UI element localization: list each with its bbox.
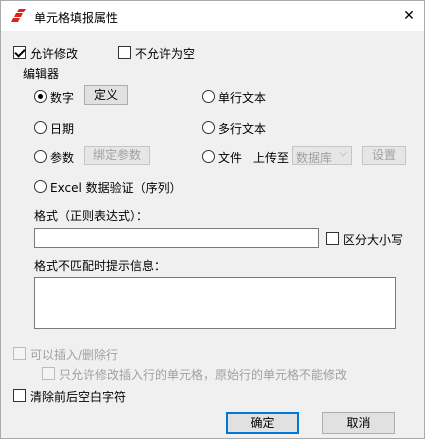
radio-parameter-label: 参数 <box>50 151 75 165</box>
trim-spaces-label: 清除前后空白字符 <box>30 390 127 404</box>
trim-spaces-checkbox[interactable] <box>13 389 26 402</box>
format-regex-input[interactable] <box>34 228 319 248</box>
allow-modify-checkbox[interactable] <box>13 46 26 59</box>
allow-modify-label: 允许修改 <box>30 47 79 61</box>
window-title: 单元格填报属性 <box>34 11 119 25</box>
upload-target-value: 数据库 <box>296 151 333 165</box>
radio-multi-line-text-label: 多行文本 <box>218 122 267 136</box>
only-modify-inserted-label: 只允许修改插入行的单元格，原始行的单元格不能修改 <box>59 368 348 382</box>
mismatch-message-label: 格式不匹配时提示信息： <box>34 259 167 273</box>
only-modify-inserted-checkbox[interactable] <box>42 367 55 380</box>
cell-fill-properties-dialog: 单元格填报属性 ✕ 允许修改 不允许为空 编辑器 数字 定义 单行文本 日期 多… <box>0 0 425 439</box>
settings-button[interactable]: 设置 <box>362 146 406 165</box>
radio-excel-validation-label: Excel 数据验证（序列） <box>50 181 182 195</box>
editor-group-label: 编辑器 <box>21 65 62 82</box>
cancel-button[interactable]: 取消 <box>322 412 395 434</box>
upload-target-select[interactable]: 数据库 ⌵ <box>292 146 352 165</box>
title-bar: 单元格填报属性 ✕ <box>1 1 424 31</box>
radio-file-label: 文件 <box>218 151 243 165</box>
close-icon[interactable]: ✕ <box>398 5 420 27</box>
radio-excel-validation[interactable] <box>34 180 47 193</box>
radio-parameter[interactable] <box>34 150 47 163</box>
upload-to-label: 上传至 <box>253 151 290 165</box>
radio-file[interactable] <box>202 150 215 163</box>
ok-button[interactable]: 确定 <box>226 412 299 434</box>
chevron-down-icon: ⌵ <box>339 148 347 159</box>
radio-multi-line-text[interactable] <box>202 121 215 134</box>
radio-number[interactable] <box>34 90 47 103</box>
radio-single-line-text[interactable] <box>202 90 215 103</box>
insert-delete-rows-label: 可以插入/删除行 <box>30 348 119 362</box>
define-button[interactable]: 定义 <box>84 85 128 105</box>
radio-single-line-text-label: 单行文本 <box>218 91 267 105</box>
bind-parameter-button[interactable]: 绑定参数 <box>84 146 150 165</box>
case-sensitive-label: 区分大小写 <box>343 233 404 247</box>
mismatch-message-input[interactable] <box>34 277 396 329</box>
not-allow-empty-label: 不允许为空 <box>135 47 196 61</box>
radio-date-label: 日期 <box>50 122 75 136</box>
radio-number-label: 数字 <box>50 91 75 105</box>
insert-delete-rows-checkbox[interactable] <box>13 347 26 360</box>
not-allow-empty-checkbox[interactable] <box>118 46 131 59</box>
app-logo-icon <box>11 9 26 22</box>
radio-date[interactable] <box>34 121 47 134</box>
format-regex-label: 格式（正则表达式）： <box>34 209 149 223</box>
case-sensitive-checkbox[interactable] <box>326 232 339 245</box>
